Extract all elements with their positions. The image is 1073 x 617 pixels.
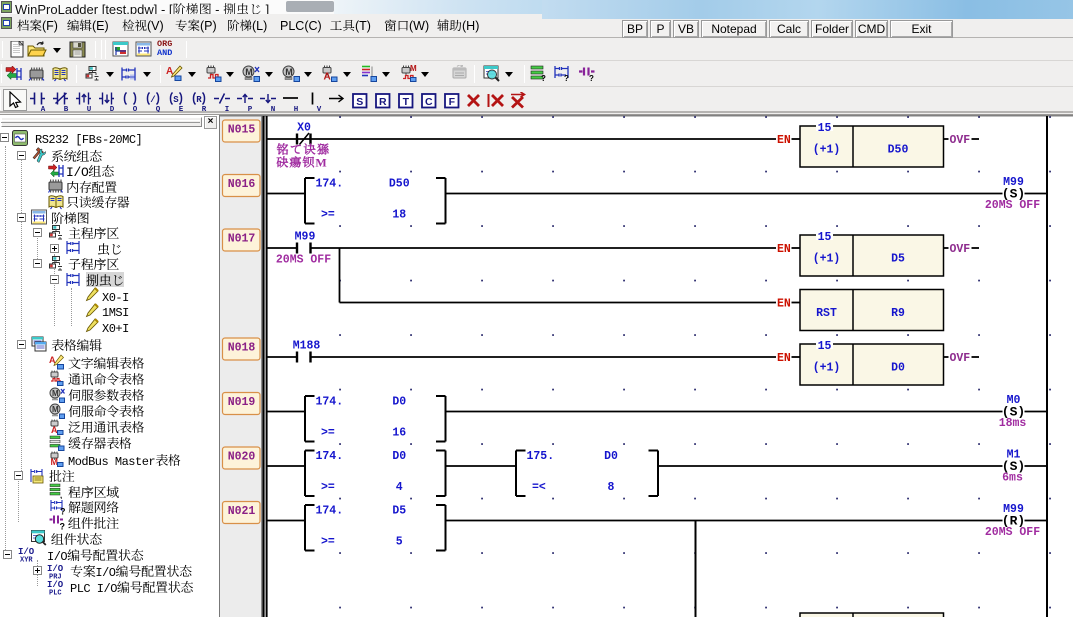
svg-text:6ms: 6ms	[1002, 472, 1023, 485]
svg-text:N021: N021	[228, 505, 256, 518]
svg-text:E: E	[179, 106, 184, 112]
svg-text:A: A	[41, 106, 46, 112]
svg-text:20MS OFF: 20MS OFF	[276, 254, 331, 267]
svg-text:15: 15	[818, 122, 832, 135]
svg-text:D0: D0	[891, 362, 905, 375]
svg-text:(+1): (+1)	[813, 253, 841, 266]
svg-text:(+1): (+1)	[813, 144, 841, 157]
svg-text:>=: >=	[321, 481, 335, 494]
svg-text:M99: M99	[1003, 176, 1024, 189]
svg-text:D5: D5	[392, 505, 406, 518]
svg-text:R: R	[196, 95, 202, 105]
svg-text:M: M	[285, 67, 293, 77]
svg-text:F: F	[449, 96, 456, 108]
svg-text:S: S	[173, 95, 179, 105]
svg-text:16: 16	[392, 427, 406, 440]
svg-text:15: 15	[818, 340, 832, 353]
svg-text:/: /	[150, 95, 155, 105]
svg-text:EN: EN	[777, 134, 791, 147]
svg-text:174.: 174.	[316, 450, 344, 463]
svg-text:I/O: I/O	[18, 547, 34, 557]
svg-text:M: M	[245, 67, 253, 77]
svg-text:砄瘍钡M: 砄瘍钡M	[275, 154, 327, 171]
svg-text:4: 4	[396, 481, 403, 494]
svg-text:I: I	[225, 106, 230, 112]
svg-text:PLC: PLC	[49, 589, 62, 595]
svg-text:D: D	[110, 106, 115, 112]
svg-text:N015: N015	[228, 124, 256, 137]
svg-text:(+1): (+1)	[813, 362, 841, 375]
svg-text:O: O	[133, 106, 138, 112]
svg-text:H: H	[294, 106, 299, 112]
svg-text:D50: D50	[888, 144, 909, 157]
svg-text:I/O: I/O	[47, 564, 63, 574]
svg-text:U: U	[87, 106, 92, 112]
svg-text:20MS OFF: 20MS OFF	[985, 199, 1040, 212]
svg-text:OVF: OVF	[950, 352, 971, 365]
svg-text:M188: M188	[293, 340, 321, 353]
svg-text:X0: X0	[297, 122, 311, 135]
svg-text:R: R	[379, 96, 387, 108]
svg-text:S: S	[356, 96, 363, 108]
svg-text:174.: 174.	[316, 505, 344, 518]
svg-text:18ms: 18ms	[999, 417, 1027, 430]
svg-text:EN: EN	[777, 298, 791, 311]
svg-text:RST: RST	[816, 307, 837, 320]
svg-text:T: T	[403, 96, 410, 108]
svg-text:B: B	[64, 106, 69, 112]
svg-text:=<: =<	[532, 481, 546, 494]
svg-text:D50: D50	[389, 178, 410, 191]
svg-text:D0: D0	[392, 450, 406, 463]
svg-text:5: 5	[396, 536, 403, 549]
svg-text:R9: R9	[891, 307, 905, 320]
svg-text:>=: >=	[321, 427, 335, 440]
svg-text:?: ?	[564, 74, 569, 82]
svg-text:V: V	[317, 106, 322, 112]
svg-text:M: M	[52, 389, 59, 398]
svg-text:15: 15	[818, 231, 832, 244]
svg-text:M0: M0	[1007, 394, 1021, 407]
svg-text:N017: N017	[228, 233, 256, 246]
svg-text:N: N	[271, 106, 276, 112]
svg-text:M99: M99	[295, 231, 316, 244]
svg-text:M1: M1	[1007, 449, 1021, 462]
svg-text:P: P	[248, 106, 253, 112]
svg-text:D0: D0	[604, 450, 618, 463]
svg-text:N019: N019	[228, 396, 256, 409]
svg-text:?: ?	[541, 74, 546, 82]
svg-text:EN: EN	[777, 352, 791, 365]
svg-text:OVF: OVF	[950, 243, 971, 256]
svg-text:R: R	[202, 106, 207, 112]
svg-text:M99: M99	[1003, 503, 1024, 516]
svg-text:I/O: I/O	[47, 580, 63, 590]
svg-text:174.: 174.	[316, 178, 344, 191]
svg-text:?: ?	[589, 74, 594, 82]
svg-text:C: C	[425, 96, 433, 108]
svg-text:Q: Q	[156, 106, 161, 112]
svg-text:18: 18	[392, 209, 406, 222]
svg-text:N018: N018	[228, 342, 256, 355]
svg-text:20MS OFF: 20MS OFF	[985, 526, 1040, 539]
svg-text:D5: D5	[891, 253, 905, 266]
svg-text:N020: N020	[228, 451, 256, 464]
svg-text:8: 8	[608, 481, 615, 494]
svg-text:M: M	[410, 65, 417, 73]
svg-text:OVF: OVF	[950, 134, 971, 147]
svg-text:>=: >=	[321, 536, 335, 549]
svg-text:N016: N016	[228, 178, 256, 191]
svg-text:>=: >=	[321, 209, 335, 222]
svg-text:A: A	[51, 425, 58, 435]
svg-text:174.: 174.	[316, 396, 344, 409]
svg-text:A: A	[324, 72, 331, 83]
svg-text:D0: D0	[392, 396, 406, 409]
svg-text:175.: 175.	[527, 450, 555, 463]
svg-text:EN: EN	[777, 243, 791, 256]
svg-text:XYR: XYR	[20, 557, 33, 563]
svg-text:M: M	[52, 405, 59, 414]
